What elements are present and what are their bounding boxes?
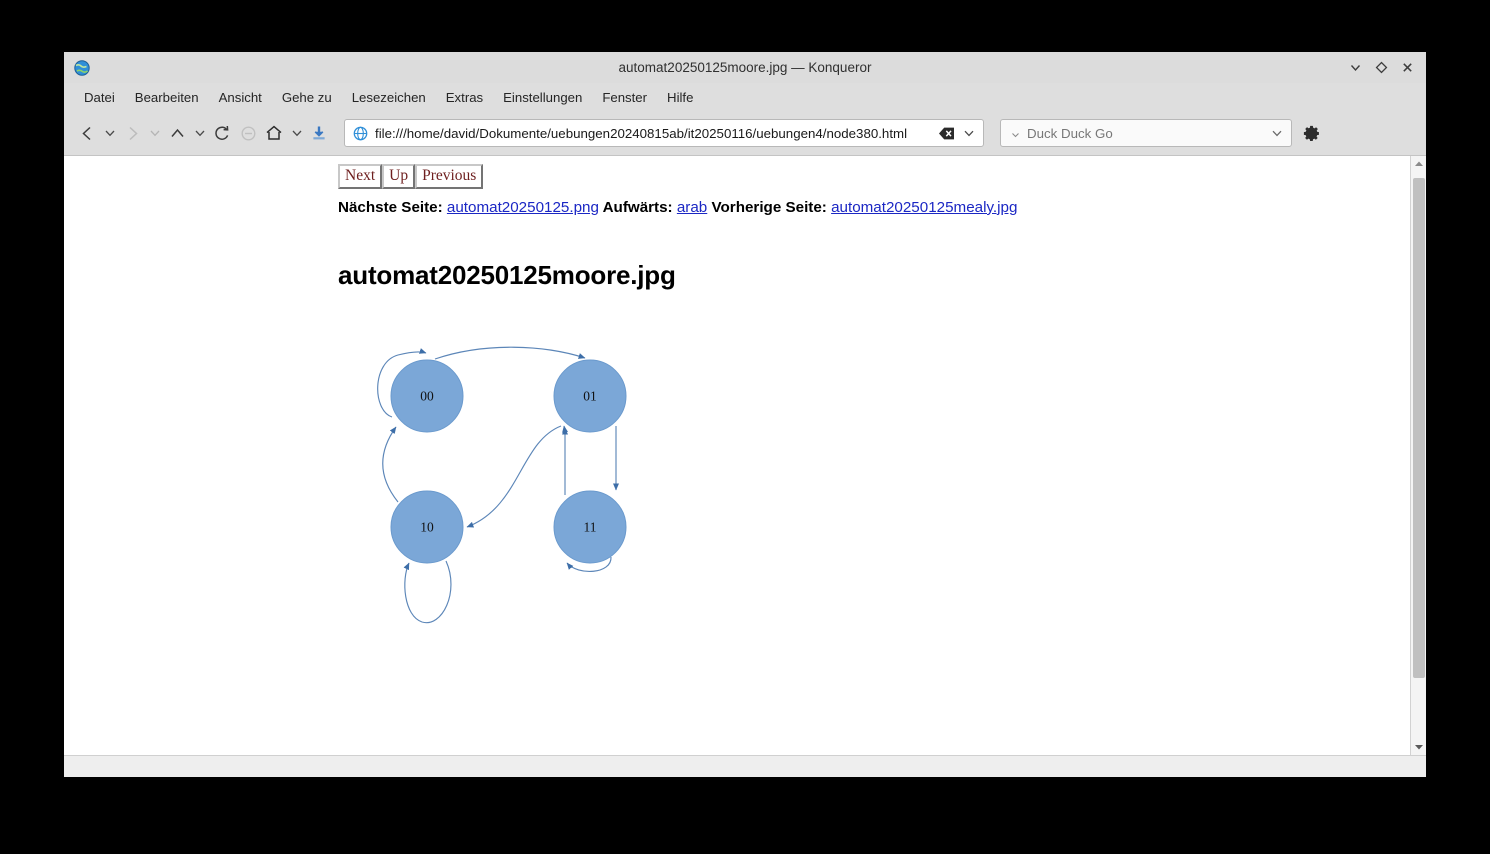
menu-fenster[interactable]: Fenster [592, 87, 657, 108]
next-page-link[interactable]: automat20250125.png [447, 199, 599, 216]
search-chevron-icon[interactable] [1009, 127, 1022, 140]
fsm-states: 00 01 10 11 [391, 360, 626, 563]
next-page-label: Nächste Seite: [338, 199, 443, 216]
menu-ansicht[interactable]: Ansicht [209, 87, 272, 108]
fsm-state-01-label: 01 [583, 388, 597, 403]
page-nav-previous[interactable]: Previous [415, 164, 483, 189]
title-bar: automat20250125moore.jpg — Konqueror [64, 52, 1426, 83]
minimize-button[interactable] [1342, 56, 1368, 80]
clear-text-icon[interactable] [938, 125, 955, 142]
prev-page-link[interactable]: automat20250125mealy.jpg [831, 199, 1017, 216]
search-engine-dropdown[interactable] [1267, 121, 1287, 145]
menu-bearbeiten[interactable]: Bearbeiten [125, 87, 209, 108]
maximize-button[interactable] [1368, 56, 1394, 80]
address-bar-dropdown[interactable] [959, 121, 979, 145]
home-dropdown[interactable] [287, 119, 306, 147]
reload-button[interactable] [209, 119, 235, 147]
menu-gehe-zu[interactable]: Gehe zu [272, 87, 342, 108]
menu-einstellungen[interactable]: Einstellungen [493, 87, 592, 108]
vertical-scrollbar[interactable] [1410, 156, 1426, 755]
back-history-dropdown[interactable] [100, 119, 119, 147]
fsm-state-10[interactable]: 10 [391, 491, 463, 563]
stop-button [235, 119, 261, 147]
gear-icon[interactable] [1296, 118, 1326, 148]
menu-datei[interactable]: Datei [74, 87, 125, 108]
fsm-svg: 00 01 10 11 [360, 337, 660, 637]
fsm-state-11-label: 11 [584, 519, 597, 534]
fsm-state-10-label: 10 [420, 519, 434, 534]
up-link[interactable]: arab [677, 199, 707, 216]
up-label: Aufwärts: [603, 199, 673, 216]
fsm-transitions-extra [564, 426, 565, 432]
transition-10-to-10 [405, 561, 451, 623]
menu-bar: Datei Bearbeiten Ansicht Gehe zu Lesezei… [64, 83, 1426, 111]
address-bar-text[interactable]: file:///home/david/Dokumente/uebungen202… [375, 126, 934, 141]
search-placeholder-text[interactable]: Duck Duck Go [1027, 126, 1267, 141]
forward-history-dropdown[interactable] [145, 119, 164, 147]
home-button[interactable] [261, 119, 287, 147]
search-area: Duck Duck Go [992, 118, 1326, 148]
fsm-state-00[interactable]: 00 [391, 360, 463, 432]
page-nav-line: Nächste Seite: automat20250125.png Aufwä… [338, 199, 1410, 216]
download-icon[interactable] [306, 119, 332, 147]
scrollbar-track[interactable] [1411, 172, 1427, 739]
scroll-down-icon[interactable] [1411, 739, 1427, 755]
search-input[interactable]: Duck Duck Go [1000, 119, 1292, 147]
close-button[interactable] [1394, 56, 1420, 80]
menu-extras[interactable]: Extras [436, 87, 493, 108]
prev-page-label: Vorherige Seite: [712, 199, 827, 216]
window-title: automat20250125moore.jpg — Konqueror [64, 60, 1426, 75]
scrollbar-thumb[interactable] [1413, 178, 1425, 678]
transition-01-to-10 [467, 426, 561, 527]
up-button[interactable] [164, 119, 190, 147]
navigation-toolbar: file:///home/david/Dokumente/uebungen202… [64, 111, 1426, 155]
status-bar [64, 755, 1426, 777]
page-title: automat20250125moore.jpg [338, 260, 1410, 291]
konqueror-window: automat20250125moore.jpg — Konqueror Dat… [64, 52, 1426, 777]
transition-10-to-01-head [564, 426, 565, 432]
menu-lesezeichen[interactable]: Lesezeichen [342, 87, 436, 108]
browser-viewport: Next Up Previous Nächste Seite: automat2… [64, 155, 1426, 755]
up-history-dropdown[interactable] [190, 119, 209, 147]
fsm-state-00-label: 00 [420, 388, 434, 403]
transition-00-to-01 [435, 347, 585, 359]
menu-hilfe[interactable]: Hilfe [657, 87, 703, 108]
transition-10-to-00 [383, 427, 398, 502]
address-bar[interactable]: file:///home/david/Dokumente/uebungen202… [344, 119, 984, 147]
scroll-up-icon[interactable] [1411, 156, 1427, 172]
back-button[interactable] [74, 119, 100, 147]
window-controls [1342, 56, 1426, 80]
page-nav-buttons: Next Up Previous [338, 164, 1410, 189]
globe-icon [353, 126, 368, 141]
globe-icon [73, 59, 91, 77]
page-nav-up[interactable]: Up [382, 164, 415, 189]
forward-button [119, 119, 145, 147]
page-nav-next[interactable]: Next [338, 164, 382, 189]
fsm-state-11[interactable]: 11 [554, 491, 626, 563]
state-machine-diagram: 00 01 10 11 [360, 337, 1410, 642]
fsm-state-01[interactable]: 01 [554, 360, 626, 432]
web-page-content: Next Up Previous Nächste Seite: automat2… [64, 156, 1410, 755]
